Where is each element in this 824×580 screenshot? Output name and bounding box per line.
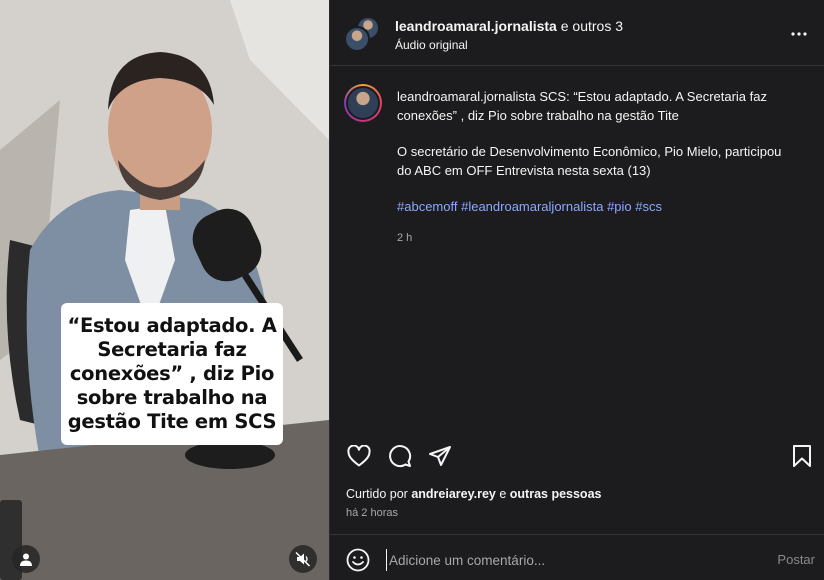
save-button[interactable]: [789, 443, 815, 469]
post-author-avatar[interactable]: [344, 84, 382, 122]
mute-toggle-button[interactable]: [289, 545, 317, 573]
post-comment-button[interactable]: Postar: [777, 552, 815, 567]
post-caption: leandroamaral.jornalista SCS: “Estou ada…: [397, 88, 797, 247]
liked-by-others-link[interactable]: outras pessoas: [510, 487, 602, 501]
caption-hashtags: #abcemoff #leandroamaraljornalista #pio …: [397, 198, 797, 217]
liked-by-user-link[interactable]: andreiarey.rey: [411, 487, 496, 501]
liked-by: Curtido por andreiarey.rey e outras pess…: [346, 487, 601, 501]
avatar: [346, 86, 380, 120]
posted-time[interactable]: há 2 horas: [346, 507, 398, 519]
hashtag-link[interactable]: #leandroamaraljornalista: [461, 199, 603, 214]
heart-icon: [347, 445, 371, 467]
comment-icon: [389, 445, 412, 468]
avatar: [344, 26, 370, 52]
caption-username-link[interactable]: leandroamaral.jornalista: [397, 89, 536, 104]
caption-body: O secretário de Desenvolvimento Econômic…: [397, 144, 782, 178]
caption-headline: leandroamaral.jornalista SCS: “Estou ada…: [397, 88, 797, 125]
emoji-icon: [346, 548, 370, 572]
author-username-link[interactable]: leandroamaral.jornalista: [395, 18, 557, 34]
original-audio-link[interactable]: Áudio original: [395, 38, 468, 52]
more-options-button[interactable]: [787, 22, 811, 46]
speaker-muted-icon: [295, 551, 311, 567]
more-horizontal-icon: [791, 32, 807, 36]
liked-by-prefix: Curtido por: [346, 487, 412, 501]
liked-by-middle: e: [495, 487, 510, 501]
hashtag-link[interactable]: #pio: [607, 199, 632, 214]
video-caption-text: “Estou adaptado. A Secretaria faz conexõ…: [67, 314, 277, 433]
others-link[interactable]: e outros 3: [557, 18, 623, 34]
user-icon: [20, 553, 32, 566]
hashtag-link[interactable]: #abcemoff: [397, 199, 457, 214]
caption-timestamp[interactable]: 2 h: [397, 229, 797, 248]
collab-avatars[interactable]: [344, 16, 384, 56]
bookmark-icon: [793, 445, 811, 467]
video-caption-overlay: “Estou adaptado. A Secretaria faz conexõ…: [61, 303, 283, 445]
post-header: leandroamaral.jornalista e outros 3 Áudi…: [330, 0, 824, 66]
tagged-users-button[interactable]: [12, 545, 40, 573]
header-authors: leandroamaral.jornalista e outros 3: [395, 18, 623, 34]
comment-composer: Postar: [330, 534, 824, 580]
comment-input[interactable]: [386, 549, 746, 571]
share-button[interactable]: [427, 443, 453, 469]
post-details-panel: leandroamaral.jornalista e outros 3 Áudi…: [329, 0, 824, 580]
instagram-post-modal: “Estou adaptado. A Secretaria faz conexõ…: [0, 0, 824, 580]
video-frame: [0, 0, 329, 580]
hashtag-link[interactable]: #scs: [635, 199, 662, 214]
action-bar: [330, 441, 824, 471]
emoji-picker-button[interactable]: [346, 548, 370, 572]
comment-button[interactable]: [387, 443, 413, 469]
like-button[interactable]: [346, 443, 372, 469]
send-icon: [429, 446, 451, 466]
video-player[interactable]: “Estou adaptado. A Secretaria faz conexõ…: [0, 0, 329, 580]
